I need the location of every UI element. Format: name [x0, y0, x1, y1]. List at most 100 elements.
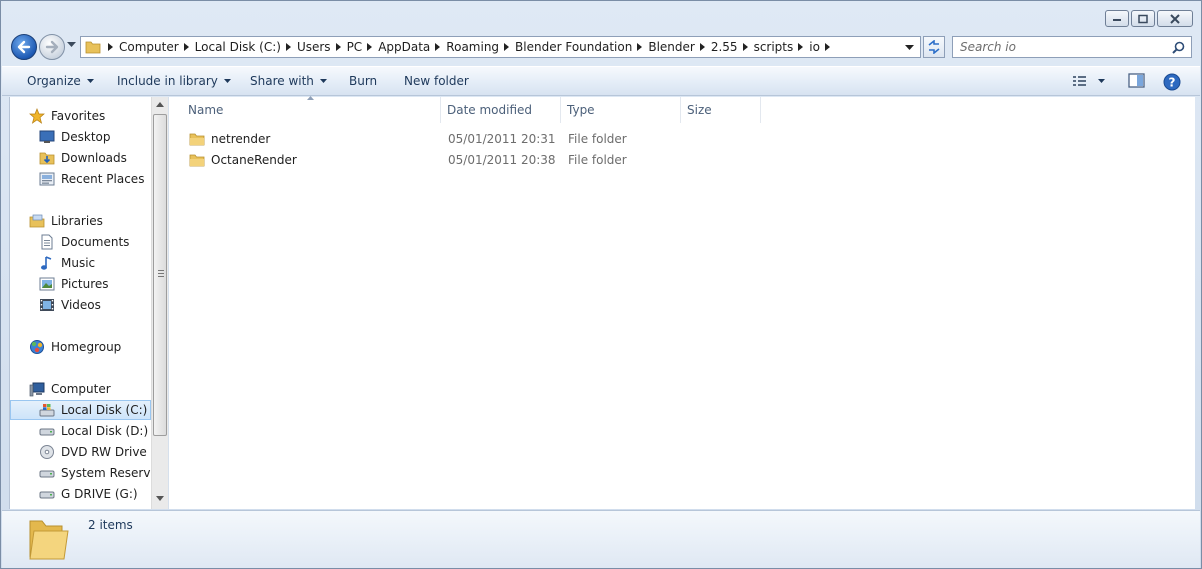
breadcrumb-version[interactable]: 2.55	[695, 40, 738, 54]
file-type: File folder	[568, 152, 627, 167]
computer-icon	[28, 381, 46, 397]
chevron-right-icon	[108, 43, 113, 51]
chevron-down-icon	[223, 79, 231, 83]
forward-button[interactable]	[39, 34, 65, 60]
breadcrumb-blender[interactable]: Blender	[632, 40, 695, 54]
chevron-right-icon	[367, 43, 373, 51]
preview-pane-icon	[1128, 73, 1145, 88]
nav-downloads[interactable]: Downloads	[38, 148, 160, 168]
organize-button[interactable]: Organize	[27, 74, 94, 88]
file-name: netrender	[211, 131, 271, 146]
scroll-up-arrow-icon[interactable]	[156, 102, 164, 107]
downloads-folder-icon	[38, 150, 56, 166]
recent-pages-dropdown-icon[interactable]	[67, 42, 76, 48]
chevron-right-icon	[637, 43, 643, 51]
breadcrumb-appdata[interactable]: AppData	[362, 40, 430, 54]
chevron-down-icon	[1098, 79, 1105, 83]
hard-drive-icon	[38, 423, 56, 439]
address-dropdown-icon[interactable]	[905, 45, 914, 51]
nav-system-reserved[interactable]: System Reserved	[38, 463, 160, 483]
chevron-right-icon	[699, 43, 705, 51]
new-folder-button[interactable]: New folder	[404, 74, 469, 88]
back-button[interactable]	[11, 34, 37, 60]
column-header-size[interactable]: Size	[681, 97, 761, 123]
file-list: Name Date modified Type Size netrender 0…	[169, 96, 1196, 509]
burn-button[interactable]: Burn	[349, 74, 377, 88]
navigation-scrollbar[interactable]	[151, 97, 168, 509]
breadcrumb-roaming[interactable]: Roaming	[430, 40, 499, 54]
breadcrumb-scripts[interactable]: scripts	[738, 40, 793, 54]
nav-homegroup[interactable]: Homegroup	[28, 337, 160, 357]
breadcrumb-io[interactable]: io	[793, 40, 820, 54]
column-header-date-modified[interactable]: Date modified	[441, 97, 561, 123]
breadcrumb-blender-foundation[interactable]: Blender Foundation	[499, 40, 632, 54]
close-button[interactable]	[1157, 10, 1193, 27]
command-bar: Organize Include in library Share with B…	[2, 66, 1200, 96]
help-button[interactable]: ?	[1163, 73, 1181, 91]
refresh-icon	[928, 40, 940, 54]
nav-computer[interactable]: Computer	[28, 379, 160, 399]
nav-documents[interactable]: Documents	[38, 232, 160, 252]
file-date-modified: 05/01/2011 20:38	[448, 152, 556, 167]
scrollbar-thumb[interactable]	[153, 114, 167, 436]
scroll-down-arrow-icon[interactable]	[156, 496, 164, 501]
nav-local-disk-c[interactable]: Local Disk (C:)	[10, 400, 151, 420]
chevron-right-icon	[504, 43, 510, 51]
search-icon[interactable]	[1172, 41, 1185, 54]
desktop-icon	[38, 129, 56, 145]
breadcrumb-users[interactable]: Users	[281, 40, 331, 54]
back-arrow-icon	[17, 40, 31, 54]
preview-pane-button[interactable]	[1128, 73, 1145, 89]
file-date-modified: 05/01/2011 20:31	[448, 131, 556, 146]
nav-videos[interactable]: Videos	[38, 295, 160, 315]
chevron-right-icon	[435, 43, 441, 51]
details-view-icon	[1073, 76, 1086, 86]
breadcrumb-computer[interactable]: Computer	[103, 40, 179, 54]
maximize-button[interactable]	[1131, 10, 1155, 27]
refresh-button[interactable]	[923, 36, 945, 58]
share-with-button[interactable]: Share with	[250, 74, 327, 88]
search-box[interactable]	[952, 36, 1192, 58]
breadcrumb-trailing[interactable]	[820, 43, 836, 51]
breadcrumb-pc[interactable]: PC	[331, 40, 362, 54]
nav-pictures[interactable]: Pictures	[38, 274, 160, 294]
chevron-right-icon	[824, 43, 830, 51]
include-in-library-button[interactable]: Include in library	[117, 74, 231, 88]
minimize-button[interactable]	[1105, 10, 1129, 27]
address-bar[interactable]: Computer Local Disk (C:) Users PC AppDat…	[80, 36, 921, 58]
nav-g-drive[interactable]: G DRIVE (G:)	[38, 484, 160, 504]
file-type: File folder	[568, 131, 627, 146]
breadcrumb-local-disk[interactable]: Local Disk (C:)	[179, 40, 281, 54]
chevron-right-icon	[285, 43, 291, 51]
nav-favorites[interactable]: Favorites	[28, 106, 160, 126]
forward-arrow-icon	[45, 40, 59, 54]
close-icon	[1170, 13, 1180, 24]
navigation-pane: Favorites Desktop Downloads Recent Place…	[10, 97, 160, 509]
chevron-down-icon	[86, 79, 94, 83]
homegroup-icon	[28, 339, 46, 355]
table-row[interactable]: OctaneRender 05/01/2011 20:38 File folde…	[169, 149, 769, 170]
chevron-right-icon	[335, 43, 341, 51]
document-icon	[38, 234, 56, 250]
nav-music[interactable]: Music	[38, 253, 160, 273]
nav-libraries[interactable]: Libraries	[28, 211, 160, 231]
search-input[interactable]	[953, 37, 1163, 57]
grip-icon	[158, 270, 164, 277]
table-row[interactable]: netrender 05/01/2011 20:31 File folder	[169, 128, 769, 149]
nav-local-disk-d[interactable]: Local Disk (D:)	[38, 421, 160, 441]
minimize-icon	[1113, 18, 1121, 21]
folder-icon	[189, 153, 205, 167]
nav-desktop[interactable]: Desktop	[38, 127, 160, 147]
chevron-down-icon	[319, 79, 327, 83]
maximize-icon	[1138, 14, 1148, 23]
nav-recent-places[interactable]: Recent Places	[38, 169, 160, 189]
picture-icon	[38, 276, 56, 292]
column-header-type[interactable]: Type	[561, 97, 681, 123]
change-view-button[interactable]	[1071, 73, 1107, 89]
folder-icon	[189, 132, 205, 146]
nav-dvd-drive[interactable]: DVD RW Drive (E:	[38, 442, 160, 462]
folder-icon	[85, 41, 101, 54]
help-icon: ?	[1163, 73, 1181, 91]
hard-drive-icon	[38, 486, 56, 502]
chevron-right-icon	[798, 43, 804, 51]
